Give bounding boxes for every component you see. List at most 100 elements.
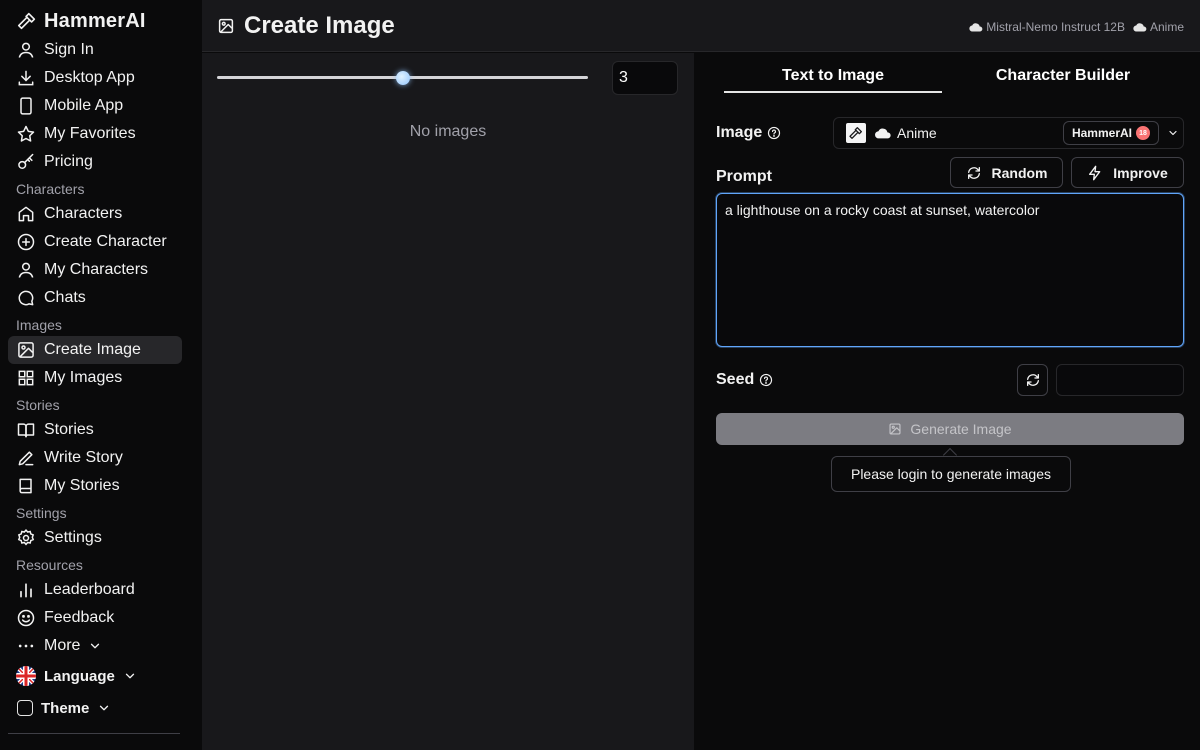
text-model-indicator[interactable]: Mistral-Nemo Instruct 12B xyxy=(969,20,1125,34)
sidebar-item-label: Mobile App xyxy=(44,97,124,114)
image-count-input[interactable] xyxy=(612,61,678,95)
sidebar-item-label: My Stories xyxy=(44,477,120,494)
prompt-textarea[interactable]: a lighthouse on a rocky coast at sunset,… xyxy=(716,193,1184,347)
sidebar-item-my-favorites[interactable]: My Favorites xyxy=(8,120,182,148)
theme-swatch-icon xyxy=(17,700,33,716)
seed-input[interactable] xyxy=(1056,364,1184,396)
phone-icon xyxy=(20,97,32,115)
provider-badge: HammerAI 18 xyxy=(1062,121,1159,145)
book-icon xyxy=(19,478,32,494)
rating-18-icon: 18 xyxy=(1136,126,1150,140)
image-model-indicator[interactable]: Anime xyxy=(1133,20,1184,34)
refresh-icon xyxy=(967,166,980,179)
sidebar-item-characters[interactable]: Characters xyxy=(8,200,182,228)
seed-randomize-button[interactable] xyxy=(1017,364,1048,396)
pen-icon xyxy=(18,451,34,466)
random-button[interactable]: Random xyxy=(950,157,1063,188)
chevron-down-icon xyxy=(100,705,109,711)
count-slider-thumb[interactable] xyxy=(395,71,410,85)
sidebar: HammerAI Sign In Desktop App Mobile App … xyxy=(0,0,190,750)
sidebar-item-pricing[interactable]: Pricing xyxy=(8,148,182,176)
brand-name: HammerAI xyxy=(44,9,146,32)
sidebar-item-mobile-app[interactable]: Mobile App xyxy=(8,92,182,120)
tab-text-to-image[interactable]: Text to Image xyxy=(724,59,942,93)
user-icon xyxy=(18,262,34,278)
image-model-select[interactable]: Anime HammerAI 18 xyxy=(833,117,1184,149)
sidebar-item-label: Characters xyxy=(44,205,123,222)
generate-label: Generate Image xyxy=(910,421,1012,437)
home-icon xyxy=(18,206,34,222)
cloud-icon xyxy=(1133,23,1147,32)
sidebar-item-stories[interactable]: Stories xyxy=(8,416,182,444)
theme-label: Theme xyxy=(41,699,90,717)
mode-tabs: Text to Image Character Builder xyxy=(716,59,1184,93)
model-thumbnail xyxy=(846,123,866,143)
sidebar-item-write-story[interactable]: Write Story xyxy=(8,444,182,472)
sidebar-item-label: Create Image xyxy=(44,341,141,358)
logo[interactable]: HammerAI xyxy=(8,6,182,36)
image-icon xyxy=(889,423,901,435)
prompt-label: Prompt xyxy=(716,168,772,185)
sidebar-item-create-character[interactable]: Create Character xyxy=(8,228,182,256)
sidebar-item-label: My Images xyxy=(44,369,123,386)
sidebar-item-create-image[interactable]: Create Image xyxy=(8,336,182,364)
help-circle-icon[interactable] xyxy=(759,373,773,387)
sidebar-item-settings[interactable]: Settings xyxy=(8,524,182,552)
seed-label: Seed xyxy=(716,371,773,389)
download-icon xyxy=(18,70,34,86)
theme-selector[interactable]: Theme xyxy=(8,692,182,724)
sidebar-item-label: Write Story xyxy=(44,449,123,466)
uk-flag-icon xyxy=(16,666,36,686)
sidebar-item-label: Leaderboard xyxy=(44,581,135,598)
sidebar-item-label: Chats xyxy=(44,289,86,306)
chat-icon xyxy=(18,290,34,306)
section-label-resources: Resources xyxy=(16,557,83,573)
sidebar-item-sign-in[interactable]: Sign In xyxy=(8,36,182,64)
sidebar-item-feedback[interactable]: Feedback xyxy=(8,604,182,632)
improve-button[interactable]: Improve xyxy=(1071,157,1184,188)
more-icon xyxy=(18,644,34,648)
tab-character-builder[interactable]: Character Builder xyxy=(942,59,1184,93)
section-label-stories: Stories xyxy=(16,397,60,413)
star-icon xyxy=(17,125,35,142)
sidebar-item-leaderboard[interactable]: Leaderboard xyxy=(8,576,182,604)
image-label-text: Image xyxy=(716,124,763,141)
sidebar-item-more[interactable]: More xyxy=(8,632,182,660)
text-model-name: Mistral-Nemo Instruct 12B xyxy=(986,20,1125,34)
cloud-icon xyxy=(969,23,983,32)
smile-icon xyxy=(17,609,35,627)
sidebar-item-label: Stories xyxy=(44,421,94,438)
lightning-icon xyxy=(1089,165,1101,180)
chevron-down-icon xyxy=(125,673,134,679)
image-gallery: No images xyxy=(202,53,694,750)
sidebar-item-label: More xyxy=(44,637,81,654)
sidebar-item-my-stories[interactable]: My Stories xyxy=(8,472,182,500)
section-label-characters: Characters xyxy=(16,181,85,197)
grid-icon xyxy=(18,370,34,386)
sidebar-divider xyxy=(8,733,180,734)
image-icon xyxy=(218,18,234,33)
seed-label-text: Seed xyxy=(716,371,755,388)
key-icon xyxy=(18,153,34,169)
refresh-icon xyxy=(1026,374,1039,386)
selected-model: Anime xyxy=(874,125,937,141)
help-circle-icon[interactable] xyxy=(767,126,781,140)
sidebar-item-my-characters[interactable]: My Characters xyxy=(8,256,182,284)
sidebar-item-chats[interactable]: Chats xyxy=(8,284,182,312)
sidebar-item-my-images[interactable]: My Images xyxy=(8,364,182,392)
generate-image-button[interactable]: Generate Image xyxy=(716,413,1184,445)
language-label: Language xyxy=(44,667,115,685)
chevron-down-icon xyxy=(1169,130,1177,136)
language-selector[interactable]: Language xyxy=(8,660,182,692)
random-label: Random xyxy=(991,164,1048,181)
cloud-icon xyxy=(875,128,891,139)
section-label-settings: Settings xyxy=(16,505,67,521)
hammer-icon xyxy=(17,12,36,30)
sidebar-item-desktop-app[interactable]: Desktop App xyxy=(8,64,182,92)
improve-label: Improve xyxy=(1113,164,1168,181)
section-label-images: Images xyxy=(16,317,62,333)
sidebar-item-label: Pricing xyxy=(44,153,93,170)
sidebar-item-label: Settings xyxy=(44,529,102,546)
bar-chart-icon xyxy=(20,583,32,598)
sidebar-item-label: My Characters xyxy=(44,261,149,278)
